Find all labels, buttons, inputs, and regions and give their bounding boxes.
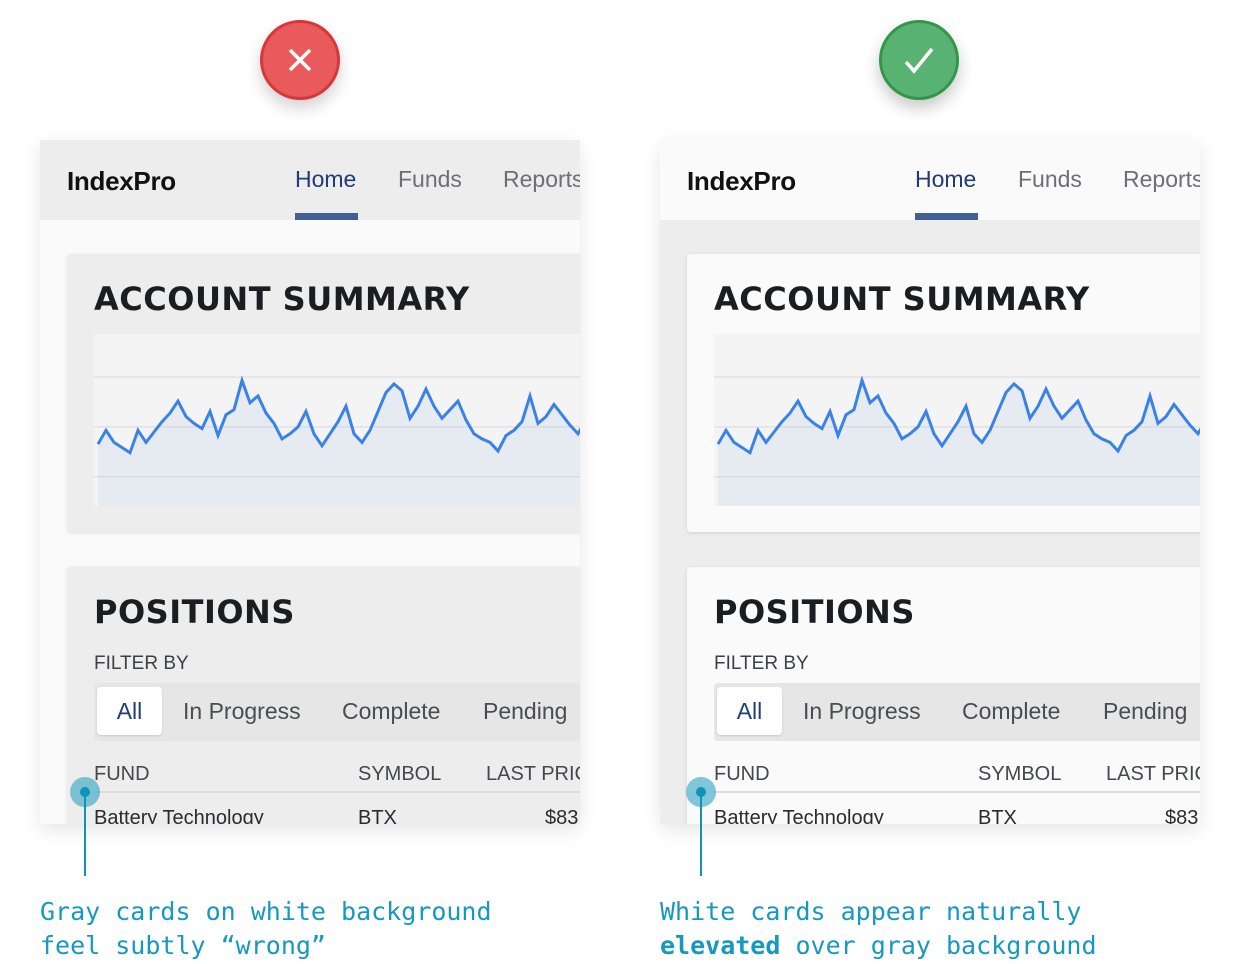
active-nav-indicator: [295, 213, 358, 220]
account-summary-card: ACCOUNT SUMMARY: [687, 254, 1200, 532]
correct-badge: [879, 20, 959, 100]
filter-all[interactable]: All: [717, 687, 782, 735]
caption-line: feel subtly “wrong”: [40, 931, 326, 960]
annotation-line: [700, 792, 702, 876]
example-panel-white-cards: IndexPro Home Funds Reports ACCOUNT SUMM…: [660, 140, 1200, 824]
header-divider: [94, 791, 580, 793]
filter-pending[interactable]: Pending: [483, 687, 567, 735]
annotation-line: [84, 792, 86, 876]
top-nav: IndexPro Home Funds Reports: [660, 140, 1200, 220]
app-logo: IndexPro: [67, 166, 176, 196]
filter-pending[interactable]: Pending: [1103, 687, 1187, 735]
column-header-fund[interactable]: FUND: [714, 763, 770, 786]
column-header-last-price[interactable]: LAST PRICE: [486, 763, 580, 786]
account-chart: [714, 334, 1200, 506]
header-divider: [714, 791, 1200, 793]
account-summary-card: ACCOUNT SUMMARY: [67, 254, 580, 532]
column-header-symbol[interactable]: SYMBOL: [358, 763, 441, 786]
active-nav-indicator: [915, 213, 978, 220]
column-header-fund[interactable]: FUND: [94, 763, 150, 786]
filter-segmented-control: All In Progress Complete Pending: [714, 683, 1200, 741]
line-chart: [94, 334, 580, 506]
filter-segmented-control: All In Progress Complete Pending: [94, 683, 580, 741]
cell-last-price: $83: [545, 807, 579, 824]
filter-in-progress[interactable]: In Progress: [183, 687, 301, 735]
check-icon: [904, 47, 934, 74]
nav-item-home[interactable]: Home: [295, 166, 356, 193]
nav-item-reports[interactable]: Reports: [503, 166, 580, 193]
column-header-symbol[interactable]: SYMBOL: [978, 763, 1061, 786]
filter-all[interactable]: All: [97, 687, 162, 735]
caption-gray-cards: Gray cards on white background feel subt…: [40, 895, 492, 963]
cell-symbol: BTX: [978, 807, 1017, 824]
caption-line: Gray cards on white background: [40, 897, 492, 926]
filter-complete[interactable]: Complete: [342, 687, 440, 735]
top-nav: IndexPro Home Funds Reports: [40, 140, 580, 220]
caption-white-cards: White cards appear naturally elevated ov…: [660, 895, 1097, 963]
filter-label: FILTER BY: [714, 653, 809, 674]
incorrect-badge: [260, 20, 340, 100]
cell-last-price: $83.4: [1165, 807, 1200, 824]
filter-label: FILTER BY: [94, 653, 189, 674]
cell-fund: Battery Technology: [94, 807, 264, 824]
line-chart: [714, 334, 1200, 506]
card-title: POSITIONS: [94, 593, 295, 631]
example-panel-gray-cards: IndexPro Home Funds Reports ACCOUNT SUMM…: [40, 140, 580, 824]
positions-card: POSITIONS FILTER BY All In Progress Comp…: [67, 567, 580, 824]
nav-item-funds[interactable]: Funds: [1018, 166, 1082, 193]
column-header-last-price[interactable]: LAST PRICE: [1106, 763, 1200, 786]
app-logo: IndexPro: [687, 166, 796, 196]
nav-item-home[interactable]: Home: [915, 166, 976, 193]
caption-line: over gray background: [780, 931, 1097, 960]
cell-symbol: BTX: [358, 807, 397, 824]
filter-complete[interactable]: Complete: [962, 687, 1060, 735]
caption-line: White cards appear naturally: [660, 897, 1082, 926]
cell-fund: Battery Technology: [714, 807, 884, 824]
card-title: ACCOUNT SUMMARY: [94, 280, 470, 318]
filter-in-progress[interactable]: In Progress: [803, 687, 921, 735]
x-icon: [288, 48, 312, 72]
positions-card: POSITIONS FILTER BY All In Progress Comp…: [687, 567, 1200, 824]
card-title: POSITIONS: [714, 593, 915, 631]
card-title: ACCOUNT SUMMARY: [714, 280, 1090, 318]
nav-item-reports[interactable]: Reports: [1123, 166, 1200, 193]
account-chart: [94, 334, 580, 506]
caption-emphasis: elevated: [660, 931, 781, 960]
nav-item-funds[interactable]: Funds: [398, 166, 462, 193]
